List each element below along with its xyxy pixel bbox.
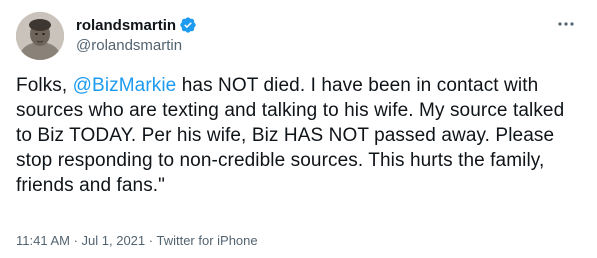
tweet-source[interactable]: Twitter for iPhone: [156, 233, 257, 248]
display-name-row: rolandsmartin: [76, 15, 197, 35]
tweet-meta: 11:41 AM · Jul 1, 2021 · Twitter for iPh…: [16, 233, 258, 248]
meta-separator: ·: [69, 233, 82, 248]
verified-badge-icon: [179, 16, 197, 34]
tweet-text: Folks, @BizMarkie has NOT died. I have b…: [16, 73, 582, 198]
tweet-date[interactable]: Jul 1, 2021: [82, 233, 146, 248]
avatar[interactable]: [16, 12, 64, 60]
tweet-header: rolandsmartin @rolandsmartin: [16, 12, 581, 62]
display-name[interactable]: rolandsmartin: [76, 17, 176, 34]
more-options-icon[interactable]: [555, 14, 577, 34]
tweet-card: rolandsmartin @rolandsmartin Folks, @Biz…: [0, 0, 597, 258]
user-handle[interactable]: @rolandsmartin: [76, 37, 197, 54]
tweet-text-start: Folks,: [16, 75, 73, 96]
tweet-time[interactable]: 11:41 AM: [16, 233, 70, 248]
mention-link[interactable]: @BizMarkie: [73, 75, 177, 96]
meta-separator: ·: [145, 233, 157, 248]
avatar-photo: [16, 12, 64, 60]
author-names: rolandsmartin @rolandsmartin: [76, 15, 197, 54]
